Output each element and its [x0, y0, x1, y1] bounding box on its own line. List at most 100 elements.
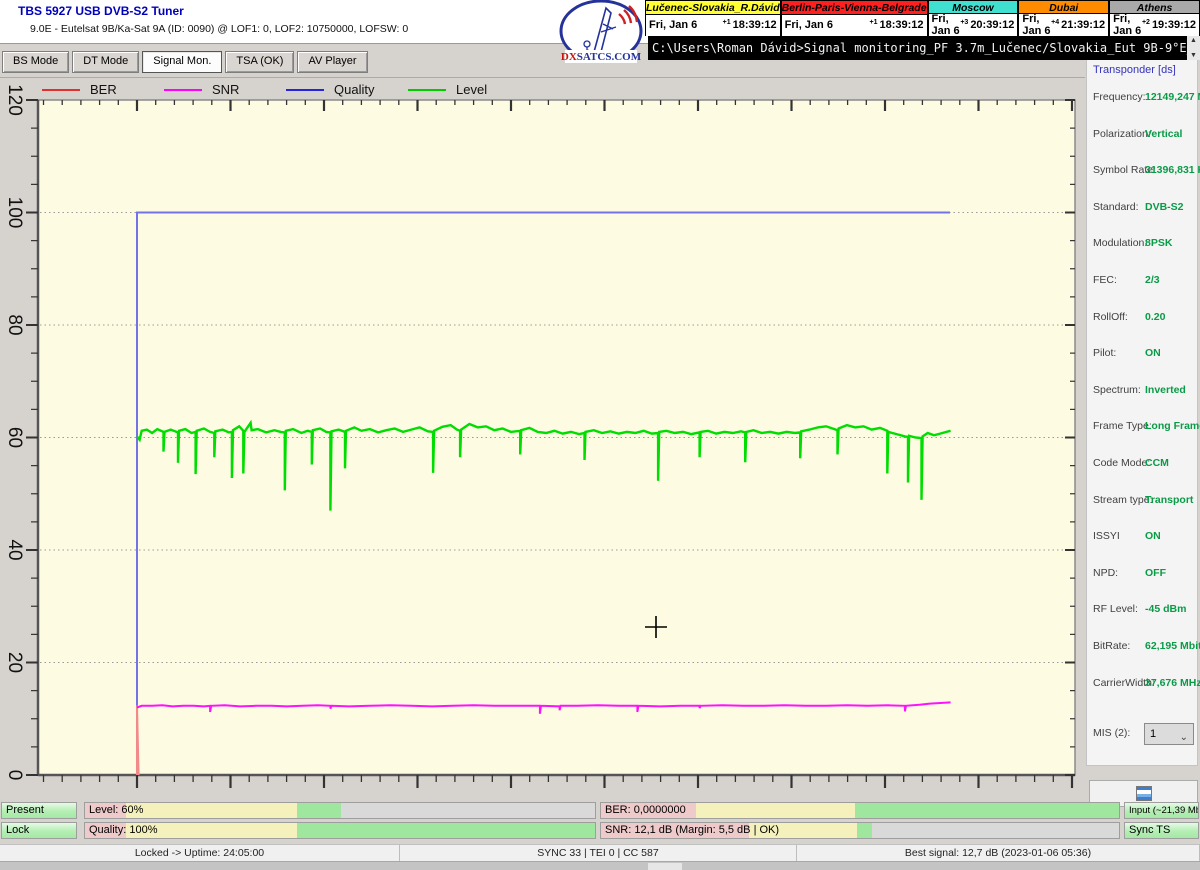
legend-item-snr: SNR	[164, 82, 272, 97]
clock-moscow: MoscowFri, Jan 6+320:39:12	[928, 1, 1019, 36]
legend-label: Level	[456, 82, 487, 97]
row-label: BitRate:	[1093, 640, 1130, 652]
row-label: Code Mode:	[1093, 457, 1150, 469]
meter-zone-green	[855, 803, 1119, 818]
clock-time-row: Fri, Jan 6+118:39:12	[646, 15, 780, 36]
clock-date: Fri, Jan 6	[1113, 13, 1142, 37]
transponder-row-standard: Standard:DVB-S2	[1087, 201, 1199, 215]
clock-utc-offset: +3	[960, 19, 968, 26]
tab-dt-mode[interactable]: DT Mode	[72, 51, 139, 73]
status-section: Locked -> Uptime: 24:05:00	[0, 845, 400, 861]
clock-time: 18:39:12	[733, 19, 777, 31]
meter-level: Level: 60%	[84, 802, 596, 819]
indicator-present: Present	[1, 802, 77, 819]
mis-label: MIS (2):	[1093, 727, 1130, 739]
terminal-scrollbar[interactable]: ▲ ▼	[1187, 36, 1200, 60]
indicator-label: Lock	[6, 824, 29, 836]
chevron-down-icon: ⌄	[1180, 728, 1188, 748]
row-value: 62,195 Mbit/s	[1145, 640, 1200, 652]
stack-icon	[1136, 786, 1152, 801]
signal-meters: PresentLockInput (~21,39 Mbps)Sync TSLev…	[0, 802, 1200, 844]
status-section: Best signal: 12,7 dB (2023-01-06 05:36)	[797, 845, 1200, 861]
indicator-lock: Lock	[1, 822, 77, 839]
transponder-row-modulation: Modulation:8PSK	[1087, 237, 1199, 251]
clock-time-row: Fri, Jan 6+219:39:12	[1110, 14, 1199, 36]
row-label: Modulation:	[1093, 237, 1147, 249]
transponder-title: Transponder [ds]	[1093, 64, 1176, 76]
row-label: ISSYI	[1093, 530, 1120, 542]
meter-quality: Quality: 100%	[84, 822, 596, 839]
transponder-row-frame-type: Frame Type:Long Frame	[1087, 420, 1199, 434]
tuner-subtitle: 9.0E - Eutelsat 9B/Ka-Sat 9A (ID: 0090) …	[30, 23, 408, 35]
tab-bs-mode[interactable]: BS Mode	[2, 51, 69, 73]
meter-zone-yellow	[126, 803, 297, 818]
tab-tsa-ok-[interactable]: TSA (OK)	[225, 51, 294, 73]
scroll-up-icon[interactable]: ▲	[1190, 37, 1197, 44]
scroll-down-icon[interactable]: ▼	[1190, 52, 1197, 59]
transponder-row-frequency: Frequency:12149,247 MHz	[1087, 91, 1199, 105]
clock-city: Lučenec-Slovakia_R.Dávid	[646, 1, 780, 15]
clock-date: Fri, Jan 6	[785, 19, 870, 31]
transponder-row-stream-type: Stream type:Transport	[1087, 494, 1199, 508]
signal-chart: BERSNRQualityLevel 020406080100120	[0, 78, 1085, 800]
clock-date: Fri, Jan 6	[932, 13, 961, 37]
tab-signal-mon-[interactable]: Signal Mon.	[142, 51, 222, 73]
row-value: 2/3	[1145, 274, 1160, 286]
indicator-label: Sync TS	[1129, 824, 1170, 836]
clock-time: 19:39:12	[1152, 19, 1196, 31]
status-bar: Locked -> Uptime: 24:05:00SYNC 33 | TEI …	[0, 844, 1200, 861]
row-label: NPD:	[1093, 567, 1118, 579]
meter-zone-gray	[341, 803, 595, 818]
command-prompt-window[interactable]: C:\Users\Roman Dávid>Signal monitoring_P…	[648, 36, 1200, 60]
mis-row: MIS (2): 1 ⌄	[1087, 723, 1199, 745]
mode-tabs: BS ModeDT ModeSignal Mon.TSA (OK)AV Play…	[2, 51, 368, 73]
legend-line-icon	[42, 89, 80, 91]
chart-legend: BER SNR Quality Level	[42, 82, 516, 97]
svg-text:20: 20	[4, 652, 25, 673]
clock-time-row: Fri, Jan 6+421:39:12	[1019, 14, 1108, 36]
transponder-row-symbol-rate: Symbol Rate:31396,831 KS/s	[1087, 164, 1199, 178]
row-label: FEC:	[1093, 274, 1117, 286]
legend-item-quality: Quality	[286, 82, 394, 97]
clock-athens: AthensFri, Jan 6+219:39:12	[1109, 1, 1200, 36]
svg-text:100: 100	[4, 197, 25, 229]
svg-text:60: 60	[4, 427, 25, 448]
clock-utc-offset: +4	[1051, 19, 1059, 26]
clock-utc-offset: +2	[1142, 19, 1150, 26]
row-value: Long Frame	[1145, 420, 1200, 432]
legend-line-icon	[408, 89, 446, 91]
legend-label: SNR	[212, 82, 239, 97]
clock-date: Fri, Jan 6	[649, 19, 723, 31]
transponder-row-fec: FEC: 2/3	[1087, 274, 1199, 288]
row-value: 37,676 MHz	[1145, 677, 1200, 689]
row-value: ON	[1145, 347, 1161, 359]
dxsatcs-logo: DXSATCS.COM	[556, 0, 646, 68]
meter-label: Quality: 100%	[89, 824, 157, 836]
transponder-row-npd: NPD: OFF	[1087, 567, 1199, 581]
legend-item-level: Level	[408, 82, 516, 97]
tuner-header: TBS 5927 USB DVB-S2 Tuner 9.0E - Eutelsa…	[0, 0, 648, 44]
transponder-row-code-mode: Code Mode:CCM	[1087, 457, 1199, 471]
taskbar-edge	[0, 861, 1200, 870]
command-prompt-text: C:\Users\Roman Dávid>Signal monitoring_P…	[652, 36, 1200, 60]
clock-time: 20:39:12	[970, 19, 1014, 31]
row-value: Transport	[1145, 494, 1193, 506]
tab-av-player[interactable]: AV Player	[297, 51, 367, 73]
transponder-panel: Transponder [ds] Frequency:12149,247 MHz…	[1085, 44, 1200, 800]
transponder-row-rf-level: RF Level:-45 dBm	[1087, 603, 1199, 617]
clock-time-row: Fri, Jan 6+320:39:12	[929, 14, 1018, 36]
row-label: RF Level:	[1093, 603, 1138, 615]
row-label: Frequency:	[1093, 91, 1146, 103]
row-value: OFF	[1145, 567, 1166, 579]
clock-city: Berlin-Paris-Vienna-Belgrade	[782, 1, 927, 15]
legend-label: BER	[90, 82, 117, 97]
clock-time-row: Fri, Jan 6+118:39:12	[782, 15, 927, 36]
row-value: CCM	[1145, 457, 1169, 469]
logo-dx-text: DX	[561, 51, 577, 63]
meter-zone-yellow	[696, 803, 855, 818]
row-label: Pilot:	[1093, 347, 1116, 359]
legend-item-ber: BER	[42, 82, 150, 97]
mis-dropdown[interactable]: 1 ⌄	[1144, 723, 1194, 745]
indicator-label: Present	[6, 804, 44, 816]
meter-label: SNR: 12,1 dB (Margin: 5,5 dB | OK)	[605, 824, 779, 836]
